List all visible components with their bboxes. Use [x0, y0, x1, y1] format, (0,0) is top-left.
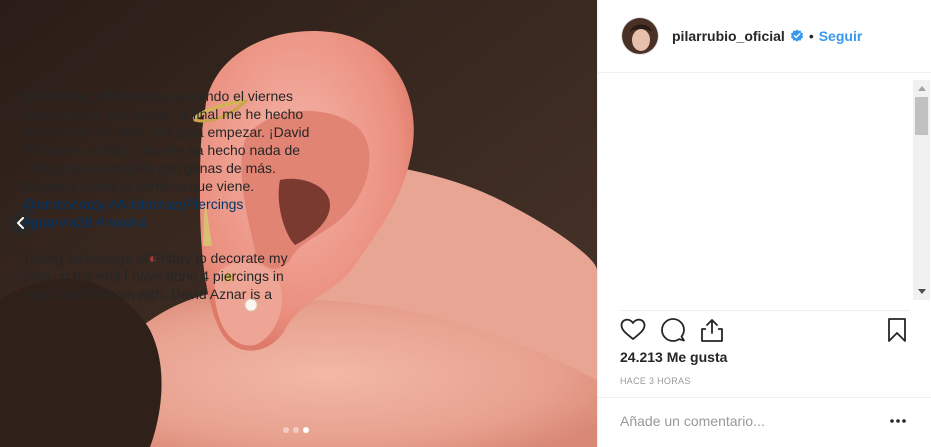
caption-dot: .	[23, 232, 27, 248]
caption-scrollbar[interactable]	[913, 80, 930, 300]
comment-input[interactable]	[620, 410, 880, 432]
divider	[597, 397, 931, 398]
verified-badge-icon	[790, 29, 803, 42]
caption-mention[interactable]: @aristocrazy	[23, 196, 105, 212]
comment-icon[interactable]	[660, 317, 686, 343]
bookmark-icon[interactable]	[884, 317, 910, 343]
caption-area: pilarrubio_oficial Aprovechando el viern…	[23, 87, 313, 301]
follow-button[interactable]: Seguir	[819, 28, 863, 44]
carousel-dot-active	[303, 427, 309, 433]
caption-username[interactable]: pilarrubio_oficial	[23, 88, 136, 104]
like-count[interactable]: 24.213 Me gusta	[620, 349, 727, 365]
carousel-dot	[283, 427, 289, 433]
caption-spanish: pilarrubio_oficial Aprovechando el viern…	[23, 87, 313, 231]
post-timestamp[interactable]: HACE 3 HORAS	[620, 376, 691, 386]
scroll-up-arrow[interactable]	[913, 80, 930, 97]
caption-text-en: Taking advantage of Friday to decorate m…	[23, 250, 288, 301]
avatar[interactable]	[621, 17, 659, 55]
divider	[620, 310, 910, 311]
heart-icon[interactable]	[620, 317, 646, 343]
action-bar	[620, 315, 910, 345]
share-icon[interactable]	[699, 317, 725, 343]
carousel-indicator	[283, 427, 309, 433]
more-options-icon[interactable]	[888, 413, 908, 429]
post-header: pilarrubio_oficial • Seguir	[598, 0, 931, 73]
scrollbar-thumb[interactable]	[915, 97, 928, 135]
header-username[interactable]: pilarrubio_oficial	[672, 28, 785, 44]
carousel-dot	[293, 427, 299, 433]
header-separator: •	[808, 28, 814, 44]
scroll-down-arrow[interactable]	[913, 283, 930, 300]
